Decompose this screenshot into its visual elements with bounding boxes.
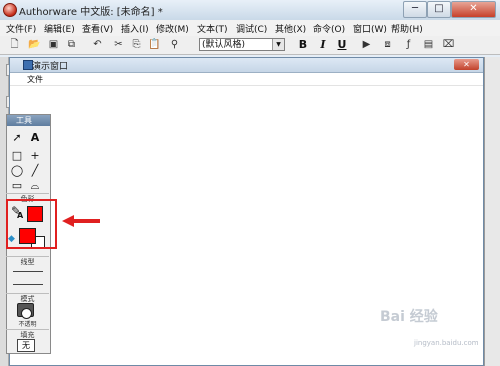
menu-help[interactable]: 帮助(H) xyxy=(391,22,423,35)
bold-button[interactable]: B xyxy=(296,38,310,51)
control-panel-icon[interactable]: ⧈ xyxy=(381,38,394,51)
window-title: Authorware 中文版: [未命名] * xyxy=(19,7,163,18)
copy-icon[interactable]: ⎘ xyxy=(130,38,143,51)
presentation-window-title: 演示窗口 xyxy=(32,62,69,72)
menu-debug[interactable]: 调试(C) xyxy=(236,22,267,35)
menu-window[interactable]: 窗口(W) xyxy=(353,22,387,35)
menu-modify[interactable]: 修改(M) xyxy=(156,22,189,35)
mode-value: 不透明 xyxy=(18,321,37,328)
menu-edit[interactable]: 编辑(E) xyxy=(44,22,75,35)
minimize-button[interactable]: ─ xyxy=(403,1,427,18)
new-icon[interactable]: 🗋 xyxy=(8,38,21,51)
menu-bar: 文件(F) 编辑(E) 查看(V) 插入(I) 修改(M) 文本(T) 调试(C… xyxy=(0,20,500,37)
find-icon[interactable]: ⚲ xyxy=(168,38,181,51)
line-section-label: 线型 xyxy=(6,256,49,267)
paste-icon[interactable]: 📋 xyxy=(148,38,161,51)
tools-palette-title[interactable]: 工具 xyxy=(7,115,50,126)
italic-button[interactable]: I xyxy=(316,38,330,51)
close-button[interactable]: ✕ xyxy=(451,1,496,18)
polygon-tool-icon[interactable]: ⌓ xyxy=(27,179,43,193)
menu-view[interactable]: 查看(V) xyxy=(82,22,113,35)
authorware-app-icon[interactable] xyxy=(3,3,17,17)
window-titlebar: Authorware 中文版: [未命名] * ─ □ ✕ xyxy=(0,0,500,21)
knowledge-objects-icon[interactable]: ⌧ xyxy=(442,38,455,51)
functions-icon[interactable]: ƒ xyxy=(402,38,415,51)
rounded-rect-tool-icon[interactable]: ▭ xyxy=(9,179,25,193)
right-panel-strip xyxy=(484,57,500,366)
mode-circle-icon xyxy=(21,308,32,319)
open-icon[interactable]: 📂 xyxy=(28,38,41,51)
line-tool-icon[interactable]: ╱ xyxy=(27,164,43,178)
ellipse-tool-icon[interactable]: ◯ xyxy=(9,164,25,178)
menu-command[interactable]: 命令(O) xyxy=(313,22,345,35)
text-tool-icon[interactable]: A xyxy=(27,131,43,145)
baidu-watermark: Bai 经验 xyxy=(380,309,438,325)
pointer-tool-icon[interactable]: ➚ xyxy=(9,131,25,145)
text-style-select[interactable]: (默认风格) ▼ xyxy=(199,38,285,51)
maximize-button[interactable]: □ xyxy=(427,1,451,18)
highlight-box xyxy=(6,199,57,249)
main-toolbar: 🗋 📂 ▣ ⧉ ↶ ✂ ⎘ 📋 ⚲ (默认风格) ▼ B I U ▶ ⧈ ƒ ▤… xyxy=(0,36,500,55)
rectangle-tool-icon[interactable]: □ xyxy=(9,149,25,163)
line-style-sample[interactable] xyxy=(13,271,43,272)
baidu-watermark-url: jingyan.baidu.com xyxy=(414,339,479,347)
annotation-arrow-icon xyxy=(62,215,100,227)
run-icon[interactable]: ▶ xyxy=(360,38,373,51)
menu-text[interactable]: 文本(T) xyxy=(197,22,228,35)
presentation-menubar: 文件 xyxy=(10,73,483,86)
cross-tool-icon[interactable]: + xyxy=(27,149,43,163)
menu-insert[interactable]: 插入(I) xyxy=(121,22,149,35)
variables-icon[interactable]: ▤ xyxy=(422,38,435,51)
menu-file[interactable]: 文件(F) xyxy=(6,22,36,35)
presentation-close-button[interactable]: ✕ xyxy=(454,59,479,70)
menu-other[interactable]: 其他(X) xyxy=(275,22,306,35)
cut-icon[interactable]: ✂ xyxy=(112,38,125,51)
undo-icon[interactable]: ↶ xyxy=(91,38,104,51)
text-style-value: (默认风格) xyxy=(202,40,246,50)
chevron-down-icon[interactable]: ▼ xyxy=(272,39,284,50)
underline-button[interactable]: U xyxy=(335,38,349,51)
presentation-menu-file[interactable]: 文件 xyxy=(27,74,43,85)
save-icon[interactable]: ▣ xyxy=(47,38,60,51)
presentation-window-titlebar[interactable]: 演示窗口 ✕ xyxy=(10,58,483,73)
line-style-sample-2[interactable] xyxy=(13,284,43,285)
import-icon[interactable]: ⧉ xyxy=(65,38,78,51)
fill-button[interactable]: 无 xyxy=(17,339,35,352)
